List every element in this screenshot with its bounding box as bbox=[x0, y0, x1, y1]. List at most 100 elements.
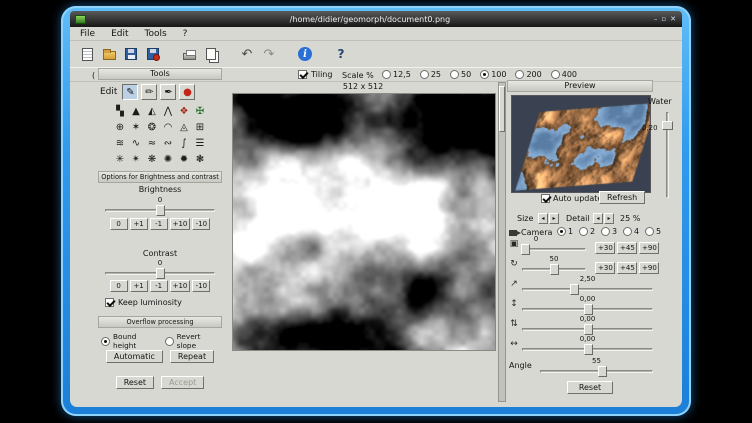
camera-option-5[interactable]: 5 bbox=[645, 227, 661, 236]
camera-distance-handle[interactable] bbox=[570, 284, 579, 295]
integrate-tool[interactable]: ∫ bbox=[176, 135, 192, 151]
contrast-plus1-button[interactable]: +1 bbox=[130, 280, 148, 292]
arc-tool[interactable]: ◠ bbox=[160, 119, 176, 135]
contrast-slider-handle[interactable] bbox=[156, 268, 165, 279]
detail-decrease-button[interactable]: ◂ bbox=[593, 213, 603, 224]
help-button[interactable]: ? bbox=[330, 44, 352, 65]
sparkle-tool[interactable]: ✳ bbox=[112, 151, 128, 167]
twinkle-tool[interactable]: ✹ bbox=[176, 151, 192, 167]
waves-tool[interactable]: ≋ bbox=[112, 135, 128, 151]
scale-option-50[interactable]: 50 bbox=[450, 70, 471, 79]
star-hill-tool[interactable]: ✶ bbox=[128, 119, 144, 135]
contrast-plus10-button[interactable]: +10 bbox=[170, 280, 191, 292]
angle-slider-handle[interactable] bbox=[598, 366, 607, 377]
marker-tool-button[interactable]: ● bbox=[179, 84, 195, 100]
mountain-tool[interactable]: ▲ bbox=[128, 103, 144, 119]
camera-option-1[interactable]: 1 bbox=[557, 227, 573, 236]
menu-tools[interactable]: Tools bbox=[145, 29, 167, 39]
brightness-plus10-button[interactable]: +10 bbox=[170, 218, 191, 230]
bloom-tool[interactable]: ❃ bbox=[192, 151, 208, 167]
cross-fault-tool[interactable]: ✠ bbox=[192, 103, 208, 119]
flower-noise-tool[interactable]: ❋ bbox=[144, 151, 160, 167]
tiling-checkbox[interactable]: Tiling bbox=[298, 70, 332, 79]
camera-option-4[interactable]: 4 bbox=[623, 227, 639, 236]
ripple-tool[interactable]: ∿ bbox=[128, 135, 144, 151]
uniform-noise-tool[interactable]: ▚ bbox=[112, 103, 128, 119]
diamond-square-tool[interactable]: ❖ bbox=[176, 103, 192, 119]
volcano-tool[interactable]: ◭ bbox=[144, 103, 160, 119]
undo-button[interactable]: ↶ bbox=[236, 44, 258, 65]
brightness-zero-button[interactable]: 0 bbox=[110, 218, 128, 230]
grid-tool[interactable]: ⊞ bbox=[192, 119, 208, 135]
rotation-plus30-button[interactable]: +30 bbox=[595, 242, 615, 254]
titlebar[interactable]: /home/didier/geomorph/document0.png – ▫ … bbox=[70, 11, 682, 27]
automatic-button[interactable]: Automatic bbox=[106, 350, 163, 363]
crater-tool[interactable]: ❂ bbox=[144, 119, 160, 135]
elevation-plus45-button[interactable]: +45 bbox=[617, 262, 637, 274]
heightfield-canvas[interactable] bbox=[232, 93, 496, 351]
contrast-zero-button[interactable]: 0 bbox=[110, 280, 128, 292]
angle-slider[interactable] bbox=[539, 365, 654, 378]
menu-help[interactable]: ? bbox=[183, 29, 188, 39]
camera-elevation-handle[interactable] bbox=[550, 264, 559, 275]
water-slider-handle[interactable] bbox=[662, 121, 673, 130]
merge-tool[interactable]: ⊕ bbox=[112, 119, 128, 135]
brightness-minus10-button[interactable]: -10 bbox=[192, 218, 210, 230]
elevation-plus30-button[interactable]: +30 bbox=[595, 262, 615, 274]
size-increase-button[interactable]: ▸ bbox=[549, 213, 559, 224]
terraces-tool[interactable]: ☰ bbox=[192, 135, 208, 151]
auto-update-checkbox[interactable]: Auto update bbox=[541, 194, 602, 203]
save-button[interactable] bbox=[120, 44, 142, 65]
repeat-button[interactable]: Repeat bbox=[170, 350, 214, 363]
minimize-button[interactable]: – bbox=[654, 15, 658, 24]
ink-tool-button[interactable]: ✒ bbox=[160, 84, 176, 100]
preview-reset-button[interactable]: Reset bbox=[567, 381, 613, 394]
delta-tool[interactable]: ◬ bbox=[176, 119, 192, 135]
maximize-button[interactable]: ▫ bbox=[661, 15, 666, 24]
peaks-tool[interactable]: ⋀ bbox=[160, 103, 176, 119]
duplicate-button[interactable] bbox=[200, 44, 222, 65]
open-file-button[interactable] bbox=[98, 44, 120, 65]
scale-option-25[interactable]: 25 bbox=[420, 70, 441, 79]
water-level-tool[interactable]: ≈ bbox=[144, 135, 160, 151]
camera-option-2[interactable]: 2 bbox=[579, 227, 595, 236]
pan-vertical-handle[interactable] bbox=[584, 304, 593, 315]
brightness-slider-handle[interactable] bbox=[156, 205, 165, 216]
size-decrease-button[interactable]: ◂ bbox=[538, 213, 548, 224]
pen-tool-button[interactable]: ✏ bbox=[141, 84, 157, 100]
contrast-slider[interactable] bbox=[104, 267, 216, 280]
rotation-plus90-button[interactable]: +90 bbox=[639, 242, 659, 254]
print-button[interactable] bbox=[178, 44, 200, 65]
burst-tool[interactable]: ✺ bbox=[160, 151, 176, 167]
camera-option-3[interactable]: 3 bbox=[601, 227, 617, 236]
detail-increase-button[interactable]: ▸ bbox=[604, 213, 614, 224]
save-as-button[interactable] bbox=[142, 44, 164, 65]
bound-height-radio[interactable] bbox=[101, 337, 110, 346]
menu-file[interactable]: File bbox=[80, 29, 95, 39]
close-button[interactable]: ✕ bbox=[670, 15, 676, 24]
redo-button[interactable]: ↷ bbox=[258, 44, 280, 65]
camera-rotation-handle[interactable] bbox=[521, 244, 530, 255]
curve-tool[interactable]: ∾ bbox=[160, 135, 176, 151]
sun-burst-tool[interactable]: ✴ bbox=[128, 151, 144, 167]
elevation-plus90-button[interactable]: +90 bbox=[639, 262, 659, 274]
accept-button[interactable]: Accept bbox=[161, 376, 204, 389]
scrollbar-thumb[interactable] bbox=[499, 86, 505, 132]
rotation-plus45-button[interactable]: +45 bbox=[617, 242, 637, 254]
refresh-button[interactable]: Refresh bbox=[599, 191, 645, 204]
info-button[interactable]: i bbox=[294, 44, 316, 65]
menu-edit[interactable]: Edit bbox=[111, 29, 128, 39]
reset-button[interactable]: Reset bbox=[116, 376, 154, 389]
new-document-button[interactable] bbox=[76, 44, 98, 65]
keep-luminosity-checkbox[interactable]: Keep luminosity bbox=[98, 298, 222, 307]
brightness-plus1-button[interactable]: +1 bbox=[130, 218, 148, 230]
brightness-slider[interactable] bbox=[104, 204, 216, 217]
pencil-tool-button[interactable]: ✎ bbox=[122, 84, 138, 100]
vertical-scrollbar[interactable] bbox=[498, 82, 506, 402]
contrast-minus1-button[interactable]: -1 bbox=[150, 280, 168, 292]
pan-depth-handle[interactable] bbox=[584, 324, 593, 335]
pan-horizontal-slider[interactable] bbox=[521, 343, 654, 356]
contrast-minus10-button[interactable]: -10 bbox=[192, 280, 210, 292]
brightness-minus1-button[interactable]: -1 bbox=[150, 218, 168, 230]
scale-option-100[interactable]: 100 bbox=[480, 70, 506, 79]
